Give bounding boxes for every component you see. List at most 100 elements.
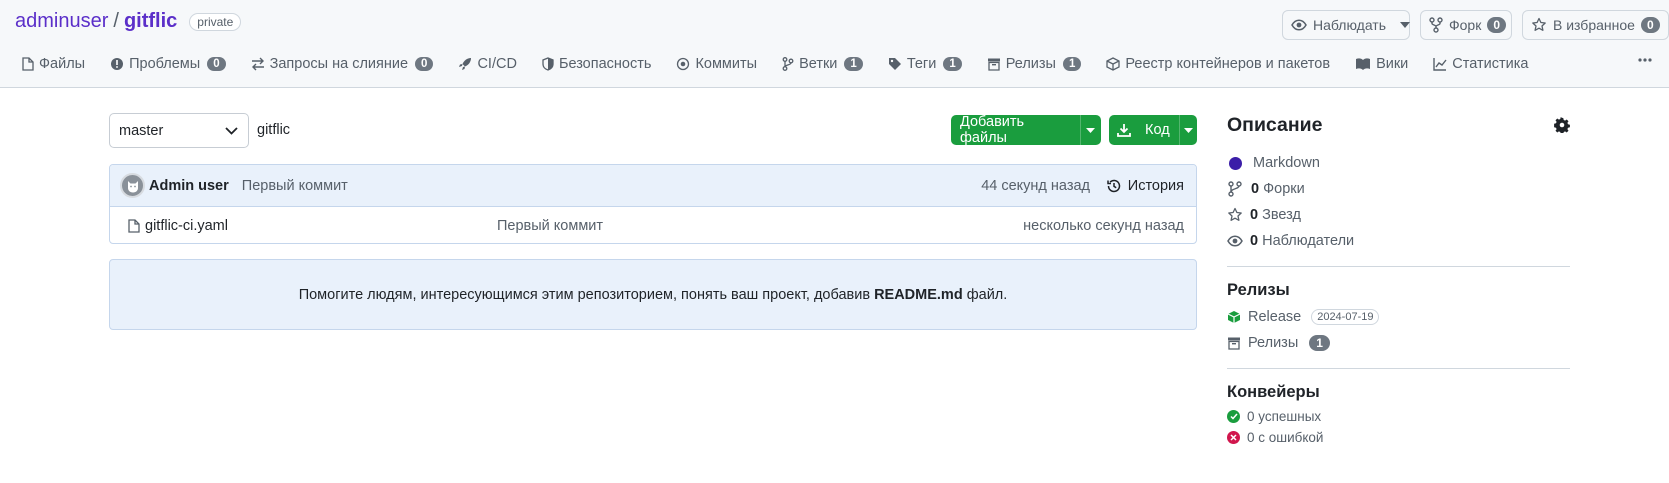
release-date-badge: 2024-07-19 (1311, 309, 1380, 325)
add-files-label: Добавить файлы (960, 114, 1025, 146)
star-icon (1531, 17, 1547, 33)
code-button[interactable]: Код (1109, 115, 1197, 145)
branch-icon (782, 57, 794, 71)
language-row: Markdown (1227, 150, 1570, 176)
readme-text-after: файл. (962, 286, 1008, 303)
pipelines-failed-row[interactable]: 0 с ошибкой (1227, 427, 1570, 448)
pipelines-success-row[interactable]: 0 успешных (1227, 406, 1570, 427)
tab-wiki[interactable]: Вики (1355, 56, 1408, 72)
repo-header: adminuser / gitflic private Наблюдать Фо… (0, 0, 1669, 88)
description-title: Описание (1227, 113, 1323, 136)
watchers-count: 0 (1250, 233, 1259, 249)
readme-notice-text: Помогите людям, интересующимся этим репо… (299, 287, 1008, 303)
tab-packages[interactable]: Реестр контейнеров и пакетов (1106, 56, 1330, 72)
watch-button[interactable]: Наблюдать (1282, 10, 1411, 40)
stars-row[interactable]: 0 Звезд (1227, 202, 1570, 228)
forks-count: 0 (1251, 181, 1260, 197)
chevron-down-icon (225, 126, 238, 135)
tab-merge-requests[interactable]: Запросы на слияние 0 (251, 56, 434, 72)
history-label: История (1127, 177, 1184, 194)
fork-icon (1429, 17, 1443, 33)
tab-label: Теги (906, 56, 937, 72)
book-icon (1355, 57, 1371, 71)
chevron-down-icon[interactable] (1178, 115, 1197, 145)
file-name-link[interactable]: gitflic-ci.yaml (128, 218, 228, 234)
tab-statistics[interactable]: Статистика (1433, 56, 1528, 72)
archive-icon (987, 57, 1001, 71)
more-icon[interactable] (1638, 58, 1652, 62)
tab-label: Файлы (39, 56, 86, 72)
merge-request-icon (251, 57, 265, 71)
readme-text-before: Помогите людям, интересующимся этим репо… (298, 286, 875, 303)
language-dot (1229, 156, 1242, 170)
fork-button[interactable]: Форк 0 (1420, 10, 1512, 40)
history-link[interactable]: История (1106, 178, 1184, 194)
gear-icon[interactable] (1554, 117, 1570, 133)
pipelines-success-label: 0 успешных (1247, 409, 1322, 424)
latest-release-row[interactable]: Release 2024-07-19 (1227, 304, 1570, 330)
last-commit-bar: Admin user Первый коммит 44 секунд назад… (110, 165, 1196, 207)
language-label: Markdown (1253, 155, 1320, 171)
release-name: Release (1248, 309, 1302, 325)
tab-label: Реестр контейнеров и пакетов (1125, 56, 1331, 72)
divider (1227, 266, 1570, 267)
chevron-down-icon[interactable] (1079, 115, 1101, 145)
commit-author-link[interactable]: Admin user (149, 178, 229, 194)
x-circle-icon (1227, 431, 1240, 444)
tab-commits[interactable]: Коммиты (676, 56, 757, 72)
pipelines-title: Конвейеры (1227, 383, 1320, 401)
rocket-icon (458, 57, 472, 71)
watch-label: Наблюдать (1313, 17, 1387, 33)
avatar[interactable] (120, 173, 145, 198)
commit-time: 44 секунд назад (981, 177, 1090, 194)
description-header: Описание (1227, 110, 1570, 140)
releases-label: Релизы (1248, 335, 1299, 351)
tab-count-badge: 1 (943, 57, 962, 71)
star-label: В избранное (1553, 17, 1635, 33)
tab-label: Запросы на слияние (269, 56, 409, 72)
code-button-body: Код (1109, 115, 1179, 145)
tab-releases[interactable]: Релизы 1 (987, 56, 1082, 72)
branch-select[interactable]: master (109, 113, 249, 148)
eye-icon (1227, 233, 1243, 249)
current-path: gitflic (257, 122, 291, 138)
repo-tabs: Файлы Проблемы 0 Запросы на слияние 0 CI… (22, 56, 1553, 72)
add-files-button[interactable]: Добавить файлы (951, 114, 1101, 146)
fork-icon (1228, 181, 1242, 197)
file-icon (128, 218, 140, 233)
tab-label: Коммиты (695, 56, 758, 72)
file-commit-time: несколько секунд назад (1023, 217, 1184, 234)
tab-count-badge: 1 (844, 57, 863, 71)
commit-message-link[interactable]: Первый коммит (242, 178, 348, 194)
repo-owner-link[interactable]: adminuser (15, 10, 108, 33)
table-row[interactable]: gitflic-ci.yaml Первый коммит несколько … (110, 207, 1196, 243)
readme-file-link[interactable]: README.md (874, 287, 963, 303)
watchers-row[interactable]: 0 Наблюдатели (1227, 228, 1570, 254)
file-listing: Admin user Первый коммит 44 секунд назад… (109, 164, 1197, 244)
chevron-down-icon (1400, 22, 1411, 28)
releases-row[interactable]: Релизы 1 (1227, 330, 1570, 356)
check-circle-icon (1227, 410, 1240, 423)
forks-row[interactable]: 0 Форки (1227, 176, 1570, 202)
forks-text: 0 Форки (1251, 181, 1305, 197)
tab-label: CI/CD (477, 56, 517, 72)
repo-name-link[interactable]: gitflic (124, 10, 177, 33)
watchers-text: 0 Наблюдатели (1250, 233, 1354, 249)
tab-cicd[interactable]: CI/CD (458, 56, 517, 72)
shield-icon (542, 57, 554, 71)
star-button[interactable]: В избранное 0 (1522, 10, 1669, 40)
tab-files[interactable]: Файлы (22, 56, 85, 72)
tab-branches[interactable]: Ветки 1 (782, 56, 863, 72)
tab-tags[interactable]: Теги 1 (888, 56, 962, 72)
stars-count: 0 (1250, 207, 1259, 223)
tab-security[interactable]: Безопасность (542, 56, 651, 72)
pipelines-failed-label: 0 с ошибкой (1247, 430, 1324, 445)
readme-notice: Помогите людям, интересующимся этим репо… (109, 259, 1197, 330)
releases-count-badge: 1 (1309, 335, 1330, 351)
repo-separator: / (113, 10, 119, 32)
tab-issues[interactable]: Проблемы 0 (110, 56, 226, 72)
file-commit-message[interactable]: Первый коммит (497, 218, 603, 234)
package-icon (1227, 310, 1241, 324)
file-icon (22, 57, 34, 71)
releases-title[interactable]: Релизы (1227, 281, 1570, 300)
